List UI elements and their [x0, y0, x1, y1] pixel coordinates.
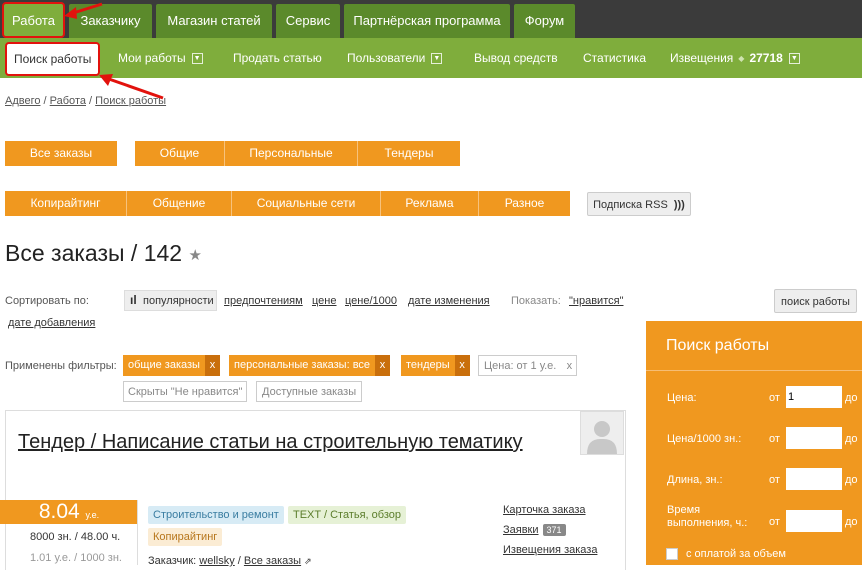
price-per-1000-label: Цена/1000 зн.:: [667, 433, 742, 445]
close-icon[interactable]: x: [375, 355, 391, 376]
tag-copywriting[interactable]: Копирайтинг: [148, 528, 223, 546]
personal-orders-button[interactable]: Персональные: [225, 141, 358, 166]
order-price-currency: у.е.: [85, 510, 100, 520]
tag-text-article[interactable]: TEXT / Статья, обзор: [288, 506, 406, 524]
price-from-input[interactable]: [786, 386, 842, 408]
applications-count: 371: [542, 524, 566, 536]
time-label-line1: Время: [667, 504, 701, 516]
sort-added-date[interactable]: дате добавления: [8, 317, 95, 329]
time-from-input[interactable]: [786, 510, 842, 532]
order-title[interactable]: Тендер / Написание статьи на строительну…: [18, 428, 548, 456]
volume-pay-checkbox[interactable]: [666, 548, 678, 560]
social-networks-button[interactable]: Социальные сети: [232, 191, 381, 216]
sort-price[interactable]: цене: [312, 295, 337, 307]
filter-general-label: общие заказы: [128, 359, 200, 371]
breadcrumb-work[interactable]: Работа: [50, 95, 86, 107]
filter-tenders: тендеры x: [401, 355, 470, 376]
breadcrumb-sep: /: [89, 95, 93, 107]
page-title: Все заказы / 142 ★: [5, 240, 202, 267]
general-orders-button[interactable]: Общие: [135, 141, 225, 166]
breadcrumb-current[interactable]: Поиск работы: [95, 95, 166, 107]
applications-label: Заявки: [503, 524, 539, 536]
price-per-1000-from-label: от: [769, 433, 780, 445]
length-from-label: от: [769, 474, 780, 486]
breadcrumb-sep: /: [43, 95, 47, 107]
length-from-input[interactable]: [786, 468, 842, 490]
bars-icon: ıl: [130, 293, 137, 307]
filter-tenders-label: тендеры: [406, 359, 450, 371]
avatar[interactable]: [580, 411, 624, 455]
filters-label: Применены фильтры:: [5, 360, 117, 372]
communication-button[interactable]: Общение: [127, 191, 232, 216]
filter-price: Цена: от 1 у.е. x: [478, 355, 578, 377]
price-from-label: от: [769, 392, 780, 404]
close-icon[interactable]: x: [204, 355, 220, 376]
all-orders-button[interactable]: Все заказы: [5, 141, 117, 166]
order-price-per-1000: 1.01 у.е. / 1000 зн.: [30, 552, 122, 564]
filter-personal-label: персональные заказы: все: [234, 359, 371, 371]
breadcrumb-home[interactable]: Адвего: [5, 95, 40, 107]
order-notifications-link[interactable]: Извещения заказа: [503, 544, 597, 556]
order-applications-link[interactable]: Заявки 371: [503, 524, 566, 536]
order-price: 8.04 у.е.: [0, 500, 138, 524]
price-label: Цена:: [667, 392, 697, 404]
arrow-top-head: [64, 7, 77, 19]
sort-preferences[interactable]: предпочтениям: [224, 295, 303, 307]
panel-divider: [646, 370, 862, 371]
sort-price-per-1000[interactable]: цене/1000: [345, 295, 397, 307]
customer-name[interactable]: wellsky: [199, 555, 234, 567]
length-to-label: до: [845, 474, 858, 486]
advertising-button[interactable]: Реклама: [381, 191, 479, 216]
filter-personal: персональные заказы: все x: [229, 355, 391, 376]
filter-general: общие заказы x: [123, 355, 220, 376]
sort-label: Сортировать по:: [5, 295, 89, 307]
close-icon[interactable]: x: [454, 355, 470, 376]
copywriting-button[interactable]: Копирайтинг: [5, 191, 127, 216]
price-to-label: до: [845, 392, 858, 404]
search-panel-title: Поиск работы: [666, 337, 770, 354]
filter-hidden-disliked[interactable]: Скрыты "Не нравится": [123, 381, 248, 402]
rss-label: Подписка RSS: [593, 199, 668, 211]
price-per-1000-to-label: до: [845, 433, 858, 445]
user-icon: [587, 421, 617, 454]
price-per-1000-from-input[interactable]: [786, 427, 842, 449]
star-icon[interactable]: ★: [188, 247, 201, 264]
filter-price-label: Цена: от 1 у.е.: [484, 360, 557, 372]
breadcrumb: Адвего / Работа / Поиск работы: [5, 95, 166, 107]
time-label-line2: выполнения, ч.:: [667, 517, 748, 529]
rss-subscribe-button[interactable]: Подписка RSS ))): [587, 192, 691, 216]
order-size-time: 8000 зн. / 48.00 ч.: [30, 531, 121, 543]
customer-all-orders[interactable]: Все заказы: [244, 555, 301, 567]
show-liked[interactable]: "нравится": [569, 295, 623, 307]
time-to-label: до: [845, 516, 858, 528]
customer-label: Заказчик:: [148, 555, 197, 567]
filter-available[interactable]: Доступные заказы: [256, 381, 363, 402]
sort-popularity[interactable]: ıl популярности: [124, 290, 217, 311]
close-icon[interactable]: x: [562, 356, 576, 377]
rss-icon: ))): [673, 199, 685, 211]
search-work-button[interactable]: поиск работы: [774, 289, 857, 313]
order-price-value: 8.04: [38, 500, 80, 523]
page-title-text: Все заказы / 142: [5, 240, 183, 266]
order-card-link[interactable]: Карточка заказа: [503, 504, 586, 516]
volume-pay-label: с оплатой за объем: [686, 548, 786, 560]
misc-button[interactable]: Разное: [479, 191, 570, 216]
time-label: Время выполнения, ч.:: [667, 504, 747, 530]
sort-popularity-label: популярности: [143, 295, 214, 307]
tenders-button[interactable]: Тендеры: [358, 141, 460, 166]
divider: [137, 500, 138, 565]
sort-change-date[interactable]: дате изменения: [408, 295, 490, 307]
length-label: Длина, зн.:: [667, 474, 723, 486]
order-customer: Заказчик: wellsky / Все заказы ⇗: [148, 555, 312, 567]
tag-construction[interactable]: Строительство и ремонт: [148, 506, 284, 524]
time-from-label: от: [769, 516, 780, 528]
show-label: Показать:: [511, 295, 561, 307]
